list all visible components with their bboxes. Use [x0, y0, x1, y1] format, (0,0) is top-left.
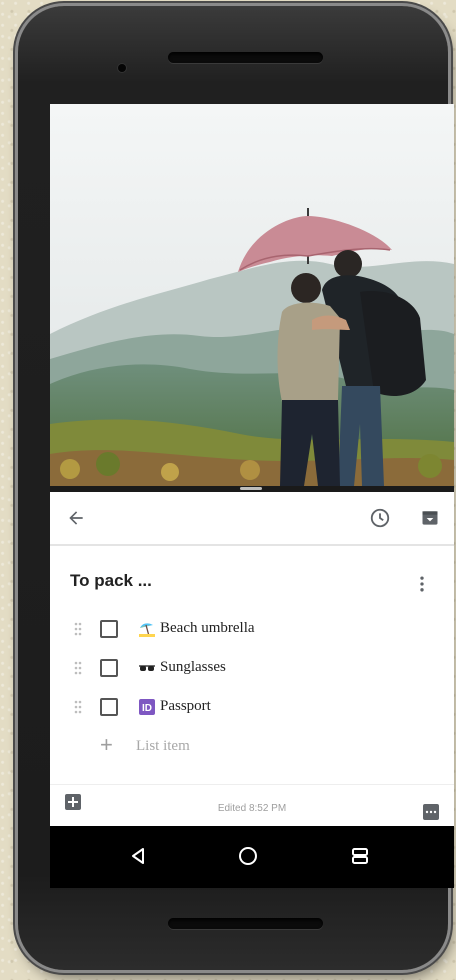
item-checkbox[interactable] — [100, 659, 118, 677]
nav-recents-icon[interactable] — [348, 844, 372, 868]
note-toolbar — [50, 492, 454, 546]
clock-icon[interactable] — [366, 504, 394, 532]
nav-back-icon[interactable] — [126, 844, 150, 868]
more-horiz-icon[interactable] — [422, 803, 440, 821]
note-body: To pack ... Beach umbrella Sunglasses ID… — [50, 546, 454, 784]
drag-handle-icon[interactable] — [74, 622, 82, 636]
more-vert-icon[interactable] — [412, 574, 432, 594]
archive-icon[interactable] — [416, 504, 444, 532]
sunglasses-icon — [139, 665, 155, 671]
front-camera — [118, 64, 126, 72]
note-title[interactable]: To pack ... — [70, 571, 152, 591]
earpiece-speaker — [168, 52, 323, 63]
android-nav-bar — [50, 826, 454, 888]
bottom-speaker — [168, 918, 323, 929]
phone-frame: To pack ... Beach umbrella Sunglasses ID… — [18, 6, 454, 970]
nav-home-icon[interactable] — [236, 844, 260, 868]
list-item: Sunglasses — [50, 653, 454, 683]
id-icon: ID — [139, 699, 155, 715]
item-label[interactable]: Beach umbrella — [160, 620, 255, 637]
item-checkbox[interactable] — [100, 698, 118, 716]
note-photo[interactable] — [50, 104, 454, 486]
list-item: ID Passport — [50, 692, 454, 722]
add-list-item[interactable]: + List item — [50, 732, 454, 762]
arrow-left-icon[interactable] — [62, 504, 90, 532]
plus-icon: + — [100, 732, 113, 757]
drag-handle-icon[interactable] — [74, 661, 82, 675]
screen: To pack ... Beach umbrella Sunglasses ID… — [50, 104, 454, 888]
item-label[interactable]: Sunglasses — [160, 659, 226, 676]
add-item-placeholder: List item — [136, 738, 190, 754]
beach-umbrella-icon — [139, 623, 155, 637]
svg-text:ID: ID — [142, 703, 152, 714]
drag-handle[interactable] — [240, 487, 262, 490]
list-item: Beach umbrella — [50, 614, 454, 644]
drag-handle-icon[interactable] — [74, 700, 82, 714]
item-checkbox[interactable] — [100, 620, 118, 638]
item-label[interactable]: Passport — [160, 698, 211, 715]
edited-timestamp: Edited 8:52 PM — [217, 803, 287, 814]
